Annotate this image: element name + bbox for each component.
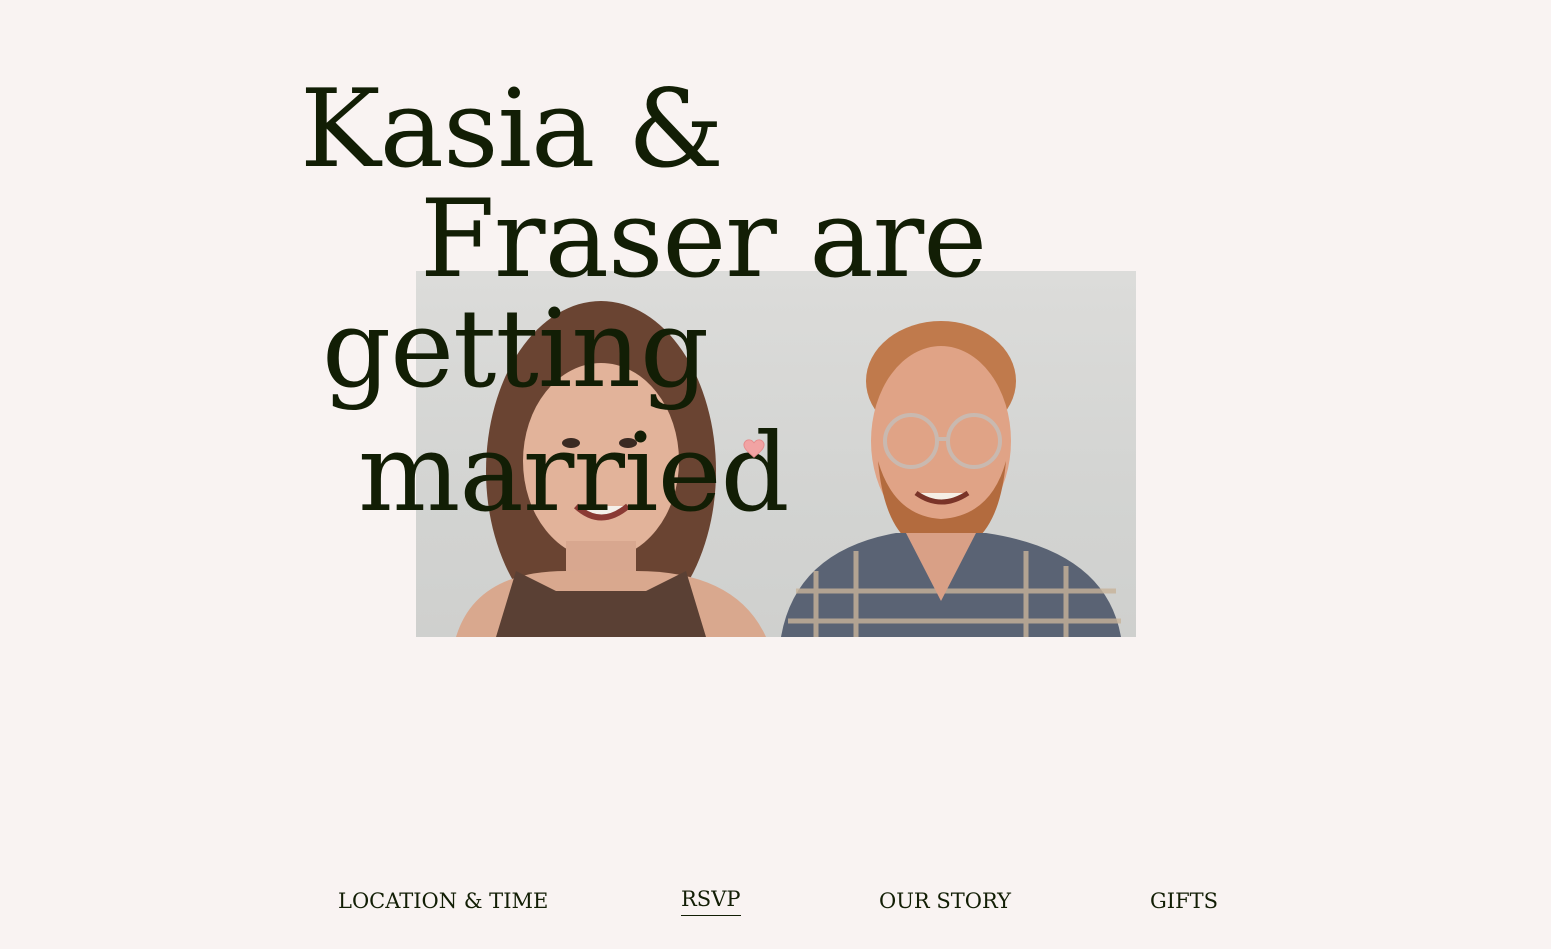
nav-link-gifts[interactable]: GIFTS bbox=[1150, 884, 1218, 918]
hero-headline: Kasia & Fraser are getting married bbox=[0, 0, 1551, 560]
headline-line-2: Fraser are bbox=[420, 177, 987, 302]
main-nav: LOCATION & TIME RSVP OUR STORY GIFTS bbox=[0, 884, 1551, 924]
nav-link-rsvp[interactable]: RSVP bbox=[681, 884, 741, 916]
headline-line-4: married bbox=[358, 411, 790, 536]
headline-line-3: getting bbox=[322, 287, 709, 412]
headline-line-1: Kasia & bbox=[300, 67, 724, 192]
heart-icon bbox=[743, 439, 765, 458]
nav-link-location-time[interactable]: LOCATION & TIME bbox=[338, 884, 548, 918]
nav-link-our-story[interactable]: OUR STORY bbox=[879, 884, 1011, 918]
